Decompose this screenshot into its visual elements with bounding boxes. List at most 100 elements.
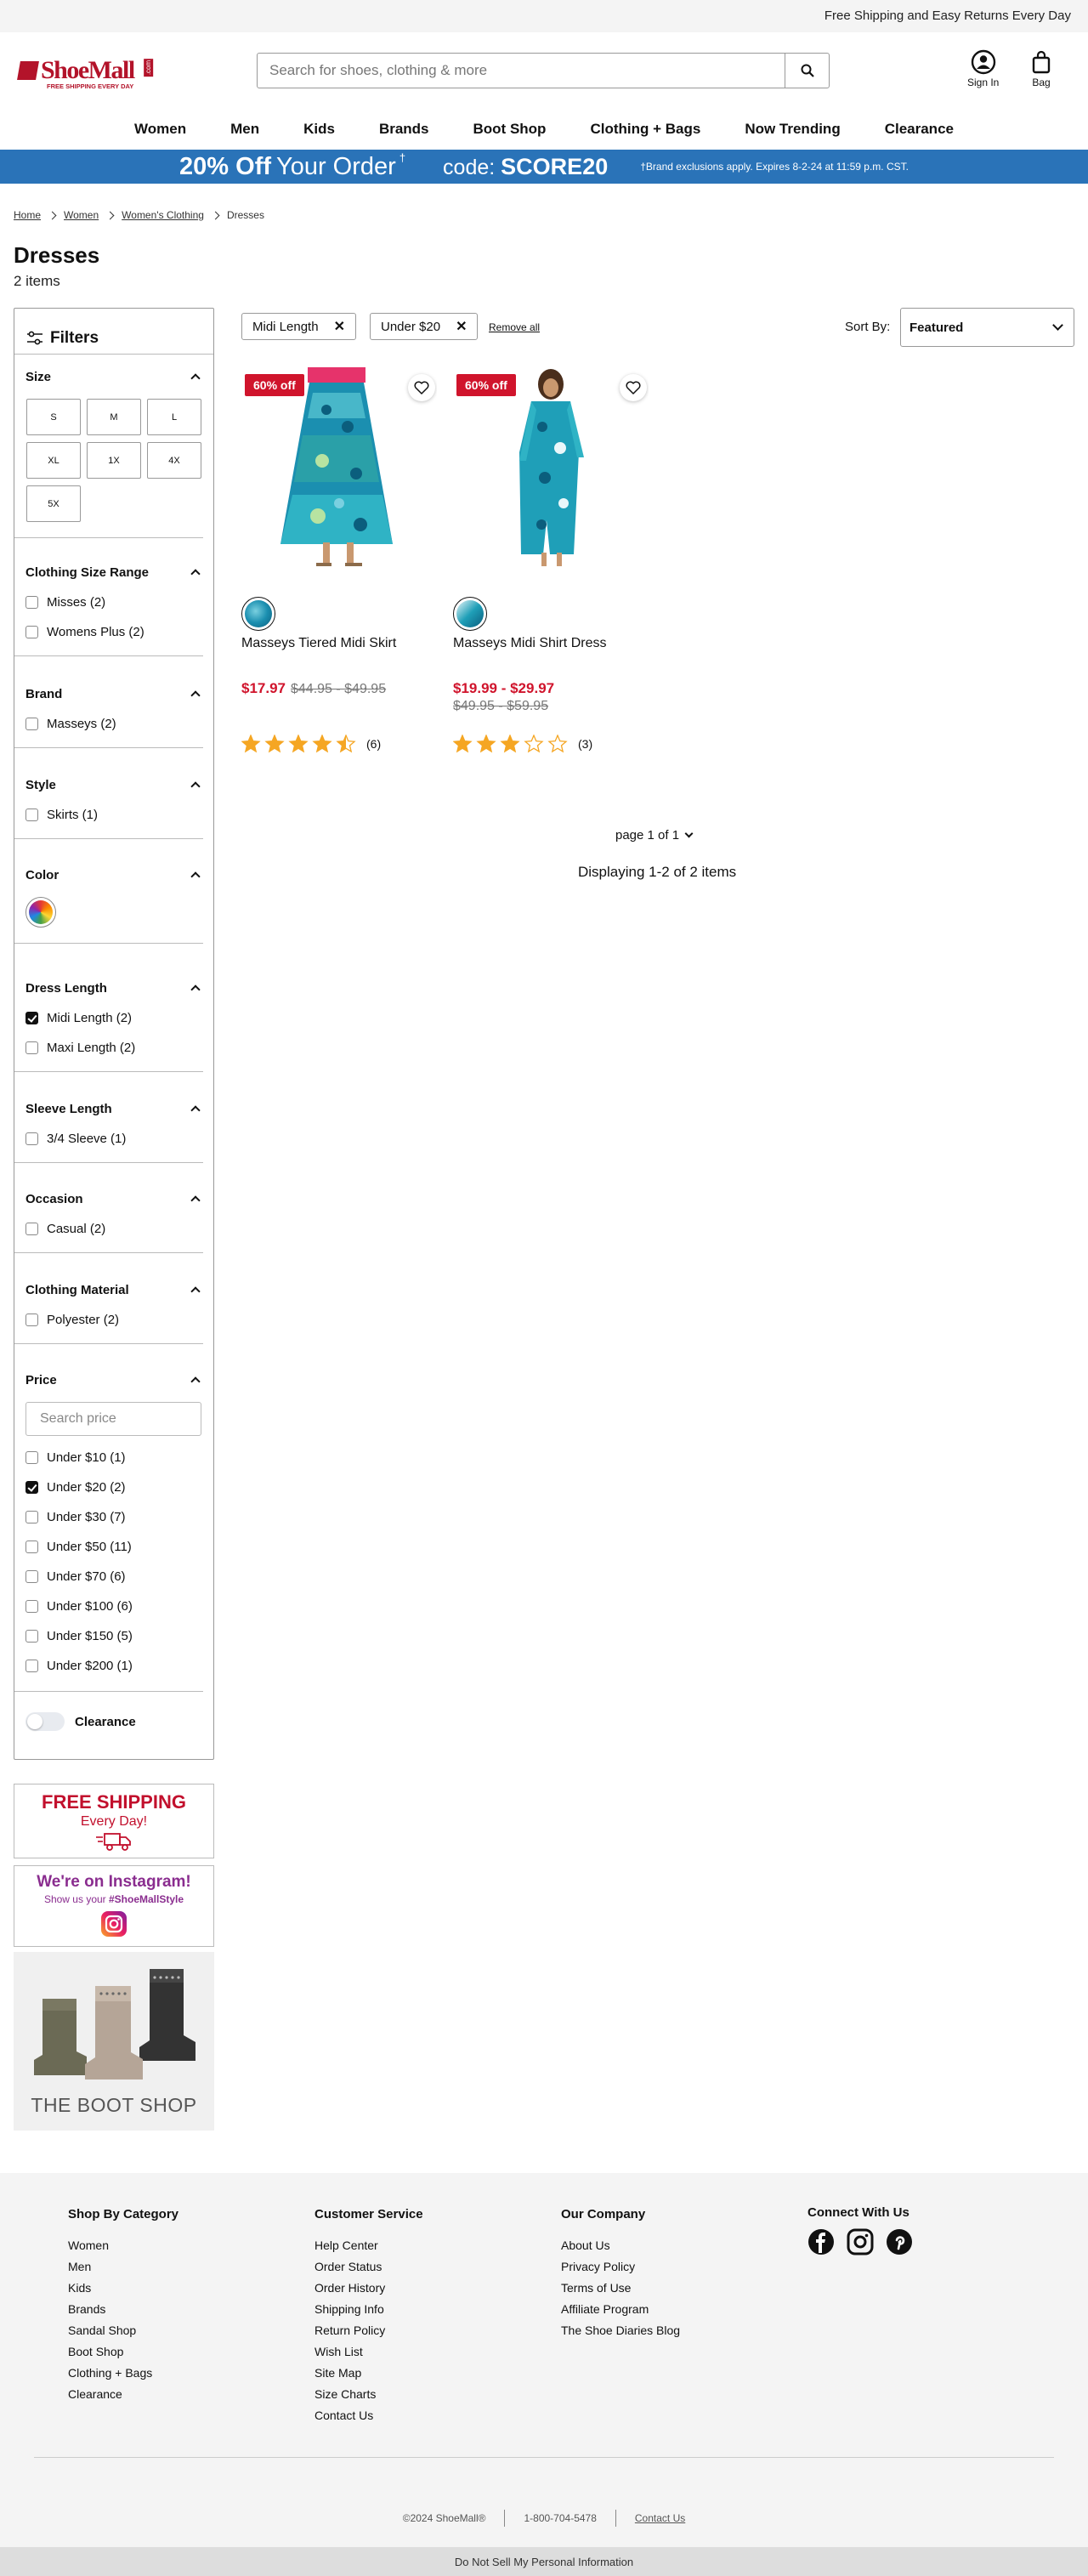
product-image[interactable]: 60% off bbox=[241, 367, 437, 571]
footer-link[interactable]: Size Charts bbox=[314, 2387, 423, 2401]
filter-dress-length-toggle[interactable]: Dress Length bbox=[26, 979, 202, 996]
filter-option[interactable]: Casual (2) bbox=[26, 1220, 202, 1237]
boot-shop-banner[interactable]: THE BOOT SHOP bbox=[14, 1952, 214, 2131]
checkbox[interactable] bbox=[26, 1132, 38, 1145]
footer-link[interactable]: Help Center bbox=[314, 2238, 423, 2252]
size-option[interactable]: 1X bbox=[87, 442, 141, 479]
filter-option[interactable]: Under $30 (7) bbox=[26, 1508, 202, 1525]
checkbox[interactable] bbox=[26, 625, 38, 638]
color-swatch-multi[interactable] bbox=[26, 897, 56, 928]
nav-clothing-bags[interactable]: Clothing + Bags bbox=[568, 102, 722, 150]
checkbox[interactable] bbox=[26, 717, 38, 730]
sign-in-button[interactable]: Sign In bbox=[967, 49, 999, 88]
instagram-icon[interactable] bbox=[847, 2228, 874, 2255]
price-search-input[interactable] bbox=[26, 1402, 201, 1436]
size-option[interactable]: S bbox=[26, 399, 81, 435]
filter-brand-toggle[interactable]: Brand bbox=[26, 685, 202, 702]
instagram-banner[interactable]: We're on Instagram! Show us your #ShoeMa… bbox=[14, 1865, 214, 1947]
checkbox[interactable] bbox=[26, 1599, 38, 1613]
breadcrumb-womens-clothing[interactable]: Women's Clothing bbox=[122, 209, 204, 221]
filter-option[interactable]: Midi Length (2) bbox=[26, 1009, 202, 1026]
size-option[interactable]: 4X bbox=[147, 442, 201, 479]
nav-brands[interactable]: Brands bbox=[357, 102, 451, 150]
checkbox-checked[interactable] bbox=[26, 1011, 38, 1024]
facebook-icon[interactable] bbox=[808, 2228, 835, 2255]
checkbox[interactable] bbox=[26, 1041, 38, 1054]
checkbox[interactable] bbox=[26, 808, 38, 821]
footer-link[interactable]: Men bbox=[68, 2260, 178, 2273]
footer-link[interactable]: Brands bbox=[68, 2302, 178, 2316]
checkbox[interactable] bbox=[26, 1540, 38, 1553]
checkbox[interactable] bbox=[26, 595, 38, 609]
nav-clearance[interactable]: Clearance bbox=[863, 102, 976, 150]
checkbox[interactable] bbox=[26, 1510, 38, 1523]
filter-style-toggle[interactable]: Style bbox=[26, 776, 202, 793]
footer-link[interactable]: Contact Us bbox=[314, 2409, 423, 2422]
filter-material-toggle[interactable]: Clothing Material bbox=[26, 1281, 202, 1298]
nav-kids[interactable]: Kids bbox=[281, 102, 357, 150]
footer-link[interactable]: Boot Shop bbox=[68, 2345, 178, 2358]
close-icon[interactable]: ✕ bbox=[334, 318, 345, 335]
wishlist-button[interactable] bbox=[408, 374, 435, 401]
filter-occasion-toggle[interactable]: Occasion bbox=[26, 1190, 202, 1207]
filter-option[interactable]: 3/4 Sleeve (1) bbox=[26, 1130, 202, 1147]
free-shipping-banner[interactable]: FREE SHIPPING Every Day! bbox=[14, 1784, 214, 1858]
breadcrumb-women[interactable]: Women bbox=[64, 209, 99, 221]
footer-link[interactable]: Order Status bbox=[314, 2260, 423, 2273]
wishlist-button[interactable] bbox=[620, 374, 647, 401]
sort-dropdown[interactable]: Featured bbox=[900, 308, 1074, 347]
filter-option[interactable]: Under $100 (6) bbox=[26, 1597, 202, 1614]
filter-option[interactable]: Under $50 (11) bbox=[26, 1538, 202, 1555]
footer-link[interactable]: Return Policy bbox=[314, 2324, 423, 2337]
applied-filter-chip[interactable]: Midi Length ✕ bbox=[241, 313, 356, 340]
nav-now-trending[interactable]: Now Trending bbox=[722, 102, 862, 150]
checkbox[interactable] bbox=[26, 1569, 38, 1583]
close-icon[interactable]: ✕ bbox=[456, 318, 467, 335]
filter-option[interactable]: Under $200 (1) bbox=[26, 1657, 202, 1674]
filter-option[interactable]: Under $150 (5) bbox=[26, 1627, 202, 1644]
filter-option[interactable]: Under $70 (6) bbox=[26, 1568, 202, 1585]
product-rating[interactable]: (3) bbox=[453, 735, 592, 753]
nav-men[interactable]: Men bbox=[208, 102, 281, 150]
color-swatch[interactable] bbox=[453, 597, 487, 631]
footer-link[interactable]: Women bbox=[68, 2238, 178, 2252]
size-option[interactable]: 5X bbox=[26, 485, 81, 522]
checkbox[interactable] bbox=[26, 1629, 38, 1643]
product-card[interactable]: 60% off Masseys Midi Shirt Dress $19.99 … bbox=[453, 367, 649, 753]
checkbox-checked[interactable] bbox=[26, 1480, 38, 1494]
filter-option[interactable]: Skirts (1) bbox=[26, 806, 202, 823]
footer-link[interactable]: Site Map bbox=[314, 2366, 423, 2380]
filter-option[interactable]: Masseys (2) bbox=[26, 715, 202, 732]
product-image[interactable]: 60% off bbox=[453, 367, 649, 571]
footer-link[interactable]: About Us bbox=[561, 2238, 680, 2252]
footer-link[interactable]: Order History bbox=[314, 2281, 423, 2295]
filter-option[interactable]: Misses (2) bbox=[26, 593, 202, 610]
remove-all-link[interactable]: Remove all bbox=[489, 321, 540, 333]
filter-size-toggle[interactable]: Size bbox=[26, 368, 202, 385]
checkbox[interactable] bbox=[26, 1450, 38, 1464]
promo-banner[interactable]: 20% Off Your Order † code: SCORE20 †Bran… bbox=[0, 150, 1088, 184]
size-option[interactable]: M bbox=[87, 399, 141, 435]
checkbox[interactable] bbox=[26, 1222, 38, 1235]
nav-women[interactable]: Women bbox=[112, 102, 208, 150]
size-option[interactable]: XL bbox=[26, 442, 81, 479]
footer-link[interactable]: Kids bbox=[68, 2281, 178, 2295]
filter-option[interactable]: Under $10 (1) bbox=[26, 1449, 202, 1466]
footer-link[interactable]: Shipping Info bbox=[314, 2302, 423, 2316]
color-swatch[interactable] bbox=[241, 597, 275, 631]
filter-option[interactable]: Under $20 (2) bbox=[26, 1478, 202, 1495]
product-name[interactable]: Masseys Tiered Midi Skirt bbox=[241, 636, 396, 651]
footer-link[interactable]: Privacy Policy bbox=[561, 2260, 680, 2273]
filter-sleeve-length-toggle[interactable]: Sleeve Length bbox=[26, 1100, 202, 1117]
checkbox[interactable] bbox=[26, 1313, 38, 1326]
contact-us-link[interactable]: Contact Us bbox=[635, 2512, 685, 2524]
checkbox[interactable] bbox=[26, 1659, 38, 1672]
search-button[interactable] bbox=[785, 54, 829, 88]
footer-link[interactable]: Clearance bbox=[68, 2387, 178, 2401]
filter-clothing-size-range-toggle[interactable]: Clothing Size Range bbox=[26, 564, 202, 581]
clearance-toggle[interactable] bbox=[26, 1712, 65, 1731]
filter-price-toggle[interactable]: Price bbox=[26, 1371, 202, 1388]
footer-link[interactable]: The Shoe Diaries Blog bbox=[561, 2324, 680, 2337]
filter-option[interactable]: Womens Plus (2) bbox=[26, 623, 202, 640]
search-input[interactable] bbox=[258, 54, 785, 88]
